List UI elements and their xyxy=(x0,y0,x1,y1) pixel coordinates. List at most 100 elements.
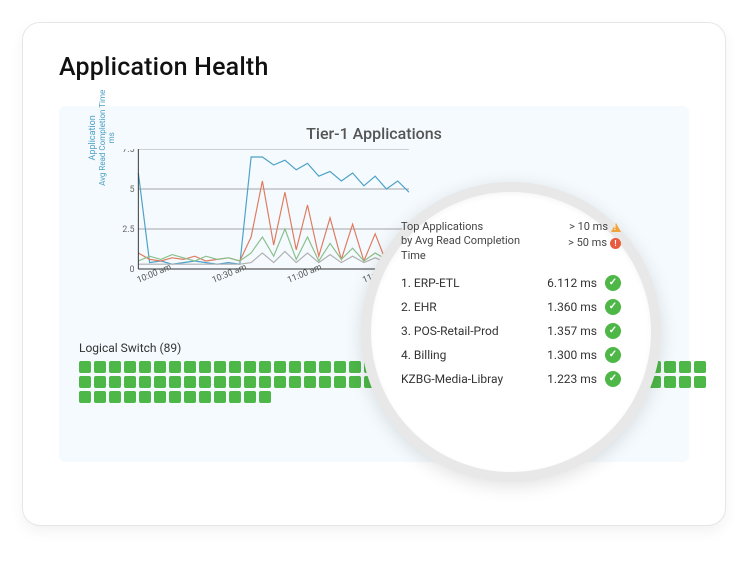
status-ok-icon: ✓ xyxy=(605,347,621,363)
switch-cell xyxy=(154,376,166,388)
svg-text:7.5: 7.5 xyxy=(122,149,134,155)
switch-cell xyxy=(679,361,691,373)
popover-header-l3: Time xyxy=(401,249,520,263)
switch-cell xyxy=(349,391,361,403)
threshold-row: > 10 ms xyxy=(568,220,621,234)
app-name: 2. EHR xyxy=(401,300,535,314)
switch-cell xyxy=(109,361,121,373)
switch-cell xyxy=(664,391,676,403)
application-health-panel: Tier-1 Applications Application Avg Read… xyxy=(59,106,689,462)
switch-cell xyxy=(139,361,151,373)
switch-cell xyxy=(199,376,211,388)
switch-cell xyxy=(274,361,286,373)
switch-cell xyxy=(289,376,301,388)
status-ok-icon: ✓ xyxy=(605,371,621,387)
switch-cell xyxy=(289,391,301,403)
app-value: 1.300 ms xyxy=(535,348,597,362)
popover-header-l2: by Avg Read Completion xyxy=(401,234,520,248)
svg-text:10:00 am: 10:00 am xyxy=(136,262,173,286)
switch-cell xyxy=(334,391,346,403)
switch-cell xyxy=(694,376,706,388)
switch-cell xyxy=(199,361,211,373)
switch-cell xyxy=(169,361,181,373)
switch-cell xyxy=(349,361,361,373)
switch-cell xyxy=(664,376,676,388)
switch-cell xyxy=(664,361,676,373)
switch-cell xyxy=(694,361,706,373)
chart-title: Tier-1 Applications xyxy=(79,124,669,143)
app-value: 1.360 ms xyxy=(535,300,597,314)
threshold-label: > 50 ms xyxy=(568,236,607,249)
switch-cell xyxy=(319,391,331,403)
switch-cell xyxy=(244,391,256,403)
switch-cell xyxy=(169,376,181,388)
error-circle-icon: ! xyxy=(610,238,621,249)
app-row: KZBG-Media-Libray1.223 ms ✓ xyxy=(401,367,621,391)
switch-cell xyxy=(124,391,136,403)
app-value: 1.223 ms xyxy=(535,372,597,386)
switch-cell xyxy=(94,376,106,388)
threshold-label: > 10 ms xyxy=(569,220,608,233)
switch-cell xyxy=(124,361,136,373)
switch-cell xyxy=(79,361,91,373)
top-apps-table: 1. ERP-ETL6.112 ms✓2. EHR1.360 ms✓3. POS… xyxy=(401,271,621,391)
status-ok-icon: ✓ xyxy=(605,299,621,315)
switch-cell xyxy=(184,376,196,388)
switch-cell xyxy=(214,376,226,388)
app-row: 3. POS-Retail-Prod1.357 ms ✓ xyxy=(401,319,621,343)
switch-cell xyxy=(139,391,151,403)
svg-text:5: 5 xyxy=(130,185,135,195)
svg-text:2.5: 2.5 xyxy=(122,225,134,235)
switch-cell xyxy=(694,391,706,403)
switch-cell xyxy=(274,376,286,388)
switch-cell xyxy=(94,391,106,403)
switch-cell xyxy=(319,361,331,373)
switch-cell xyxy=(334,376,346,388)
switch-cell xyxy=(259,391,271,403)
status-ok-icon: ✓ xyxy=(605,323,621,339)
top-applications-popover: Top Applications by Avg Read Completion … xyxy=(361,182,661,482)
switch-cell xyxy=(349,376,361,388)
switch-cell xyxy=(139,376,151,388)
switch-cell xyxy=(259,376,271,388)
app-value: 1.357 ms xyxy=(535,324,597,338)
switch-cell xyxy=(199,391,211,403)
switch-cell xyxy=(304,391,316,403)
y-axis-label: Application Avg Read Completion Time ms xyxy=(89,90,116,186)
threshold-row: > 50 ms! xyxy=(568,236,621,250)
svg-text:11:00 am: 11:00 am xyxy=(286,262,323,286)
switch-cell xyxy=(79,391,91,403)
switch-cell xyxy=(319,376,331,388)
switch-cell xyxy=(154,361,166,373)
switch-cell xyxy=(214,391,226,403)
switch-cell xyxy=(94,361,106,373)
popover-header-l1: Top Applications xyxy=(401,220,520,234)
switch-cell xyxy=(154,391,166,403)
switch-cell xyxy=(109,391,121,403)
switch-cell xyxy=(184,391,196,403)
switch-cell xyxy=(274,391,286,403)
switch-cell xyxy=(214,361,226,373)
app-name: KZBG-Media-Libray xyxy=(401,372,535,386)
switch-cell xyxy=(679,376,691,388)
switch-cell xyxy=(124,376,136,388)
app-row: 4. Billing1.300 ms✓ xyxy=(401,343,621,367)
switch-cell xyxy=(304,376,316,388)
warning-triangle-icon xyxy=(611,223,621,232)
dashboard-card: Application Health Tier-1 Applications A… xyxy=(22,22,726,526)
switch-cell xyxy=(229,391,241,403)
switch-cell xyxy=(244,361,256,373)
switch-cell xyxy=(79,376,91,388)
switch-cell xyxy=(289,361,301,373)
switch-cell xyxy=(109,376,121,388)
switch-cell xyxy=(184,361,196,373)
switch-cell xyxy=(649,391,661,403)
status-ok-icon: ✓ xyxy=(605,275,621,291)
app-name: 3. POS-Retail-Prod xyxy=(401,324,535,338)
threshold-legend: > 10 ms > 50 ms! xyxy=(568,220,621,263)
switch-cell xyxy=(229,376,241,388)
card-title: Application Health xyxy=(59,53,689,82)
app-name: 1. ERP-ETL xyxy=(401,276,535,290)
switch-cell xyxy=(679,391,691,403)
line-chart: 02.557.5 10:00 am10:30 am11:00 am11:30 a… xyxy=(119,149,409,289)
